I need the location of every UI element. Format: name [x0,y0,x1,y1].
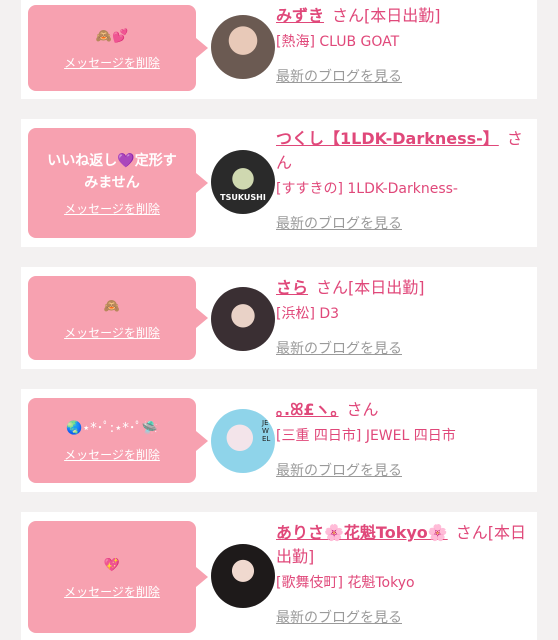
message-text: 🙈💕 [95,28,129,44]
message-text: 🙈 [103,298,121,314]
avatar[interactable]: JEWEL [211,409,275,473]
avatar[interactable] [211,287,275,351]
honorific-label: さん [346,400,379,419]
list-item: 🙈 メッセージを削除 さら さん[本日出勤] [浜松] D3 最新のブログを見る [21,267,537,369]
latest-blog-link[interactable]: 最新のブログを見る [276,460,402,480]
delete-message-link[interactable]: メッセージを削除 [64,583,160,600]
avatar-caption: JEWEL [262,419,271,443]
delete-message-link[interactable]: メッセージを削除 [64,200,160,217]
latest-blog-link[interactable]: 最新のブログを見る [276,338,402,358]
latest-blog-link[interactable]: 最新のブログを見る [276,66,402,86]
avatar[interactable] [211,15,275,79]
delete-message-link[interactable]: メッセージを削除 [64,54,160,71]
honorific-label: さん [316,278,349,297]
list-item: いいね返し💜定形すみません メッセージを削除 TSUKUSHI つくし【1LDK… [21,119,537,247]
profile-name-link[interactable]: みずき [276,6,324,25]
profile-name-link[interactable]: ｡.ꕤ£ヽ｡ [276,400,339,419]
list-item: 💖 メッセージを削除 ありさ🌸花魁Tokyo🌸 さん[本日出勤] [歌舞伎町] 花… [21,512,537,640]
message-text: 🌏⋆*･ﾟ:⋆*･ﾟ🛸 [65,421,159,436]
profile-name-link[interactable]: さら [276,278,308,297]
shop-label: [三重 四日市] JEWEL 四日市 [276,428,456,444]
message-text: いいね返し💜定形すみません [47,152,177,191]
profile-name-link[interactable]: ありさ🌸花魁Tokyo🌸 [276,523,448,542]
latest-blog-link[interactable]: 最新のブログを見る [276,213,402,233]
delete-message-link[interactable]: メッセージを削除 [64,324,160,341]
message-bubble: 💖 メッセージを削除 [28,521,208,633]
shop-label: [すすきの] 1LDK-Darkness- [276,181,458,197]
message-bubble: 🙈💕 メッセージを削除 [28,5,208,91]
message-bubble: 🌏⋆*･ﾟ:⋆*･ﾟ🛸 メッセージを削除 [28,398,208,483]
message-text: 💖 [103,557,121,573]
status-label: [本日出勤] [364,6,441,25]
profile-name-link[interactable]: つくし【1LDK-Darkness-】 [276,129,499,148]
delete-message-link[interactable]: メッセージを削除 [64,446,160,463]
avatar-caption: TSUKUSHI [220,193,266,202]
honorific-label: さん [332,6,365,25]
latest-blog-link[interactable]: 最新のブログを見る [276,607,402,627]
status-label: [本日出勤] [348,278,425,297]
avatar[interactable]: TSUKUSHI [211,150,275,214]
list-item: 🙈💕 メッセージを削除 みずき さん[本日出勤] [熱海] CLUB GOAT 最… [21,0,537,99]
shop-label: [熱海] CLUB GOAT [276,34,400,50]
honorific-label: さん [455,523,488,542]
message-bubble: 🙈 メッセージを削除 [28,276,208,360]
shop-label: [浜松] D3 [276,306,340,322]
avatar[interactable] [211,544,275,608]
shop-label: [歌舞伎町] 花魁Tokyo [276,575,415,591]
list-item: 🌏⋆*･ﾟ:⋆*･ﾟ🛸 メッセージを削除 JEWEL ｡.ꕤ£ヽ｡ さん [三重 … [21,389,537,492]
message-bubble: いいね返し💜定形すみません メッセージを削除 [28,128,208,238]
